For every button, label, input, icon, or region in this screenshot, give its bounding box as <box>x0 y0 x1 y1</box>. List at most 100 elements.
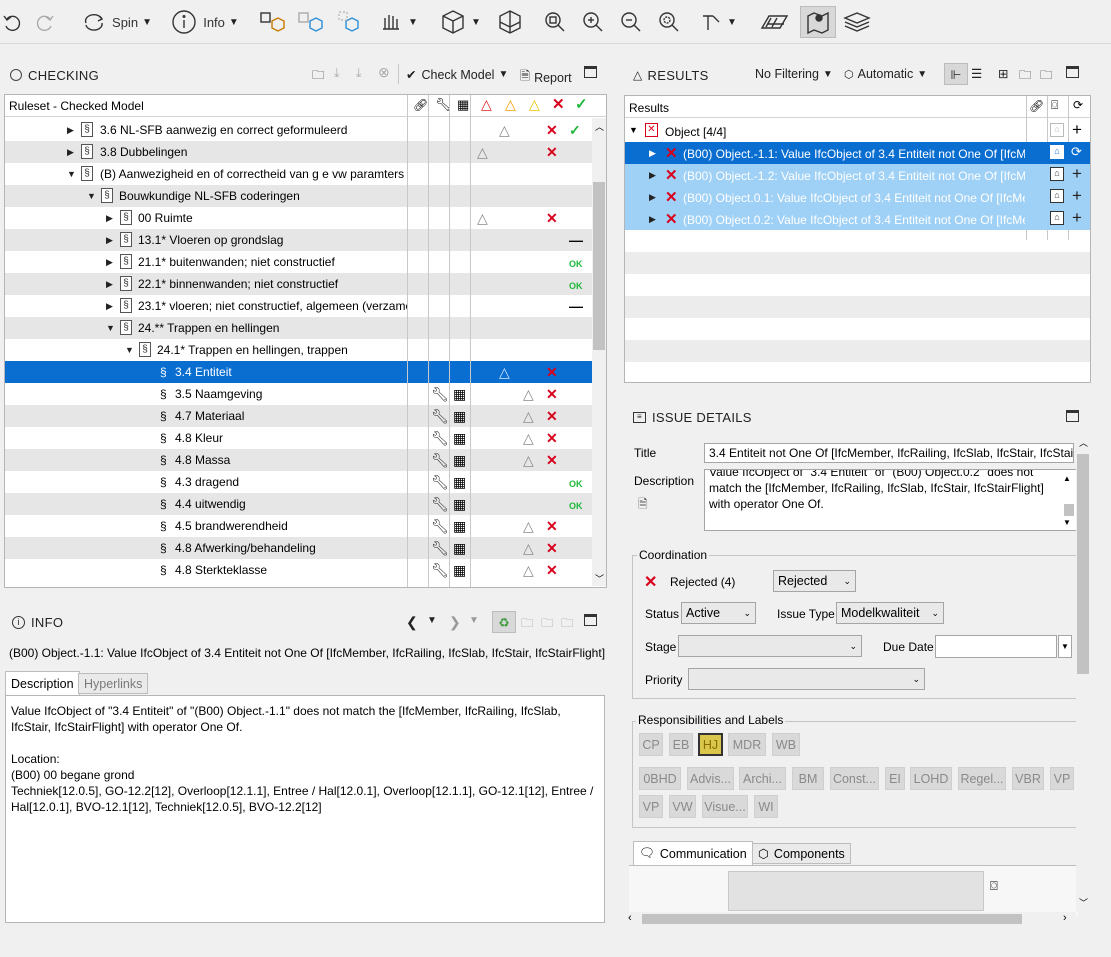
scroll-up-icon[interactable]: ︿ <box>1079 436 1088 449</box>
label-chip[interactable]: LOHD <box>910 767 952 790</box>
expand-icon[interactable]: ▶ <box>649 192 656 203</box>
label-chip[interactable]: WB <box>772 733 800 756</box>
tab-description[interactable]: Description <box>5 671 80 695</box>
camera-icon[interactable]: ⌂ <box>1050 145 1064 159</box>
result-row[interactable]: ▶ ✕ (B00) Object.-1.2: Value IfcObject o… <box>625 164 1090 186</box>
label-chip[interactable]: VBR <box>1012 767 1044 790</box>
tree-row[interactable]: § 4.7 Materiaal 🔧︎ ▦ △ ✕ <box>5 405 594 427</box>
open-folder-icon[interactable]: 🗀 <box>312 66 325 87</box>
label-chip[interactable]: VP <box>1050 767 1074 790</box>
layers-icon[interactable] <box>840 6 874 38</box>
chevron-down-icon[interactable]: ▼ <box>469 615 479 626</box>
stop-icon[interactable]: ⊗ <box>378 64 390 81</box>
tree-row[interactable]: ▶ § 22.1* binnenwanden; niet constructief O… <box>5 273 594 295</box>
scroll-left-icon[interactable]: ‹ <box>628 912 632 924</box>
result-row[interactable]: ▶ ✕ (B00) Object.0.1: Value IfcObject of… <box>625 186 1090 208</box>
low-warning-icon[interactable]: △ <box>529 96 540 113</box>
scroll-down-icon[interactable]: ﹀ <box>595 572 604 585</box>
map-pin-icon[interactable] <box>800 6 836 38</box>
scroll-thumb[interactable] <box>1064 504 1074 516</box>
tree-row[interactable]: ▶ § 3.6 NL-SFB aanwezig en correct geformu… <box>5 119 594 141</box>
label-chip[interactable]: 0BHD <box>639 767 681 790</box>
zoom-in-icon[interactable] <box>578 6 608 38</box>
scroll-thumb[interactable] <box>593 182 605 350</box>
tree-row[interactable]: ▶ § 00 Ruimte △ ✕ <box>5 207 594 229</box>
section-box-icon[interactable] <box>494 6 526 38</box>
scroll-down-icon[interactable]: ﹀ <box>1079 896 1088 909</box>
download-icon[interactable]: ⤓ <box>334 66 340 81</box>
hand-pick-button[interactable]: ▼ <box>372 6 424 38</box>
priority-dropdown[interactable]: ⌄ <box>688 668 925 690</box>
expand-icon[interactable]: ▶ <box>106 213 113 224</box>
tab-hyperlinks[interactable]: Hyperlinks <box>78 673 149 694</box>
camera-icon[interactable]: ⌂ <box>1050 211 1064 225</box>
label-chip[interactable]: MDR <box>728 733 766 756</box>
bcf-icon[interactable]: 🗀 <box>561 614 574 635</box>
bcf-icon[interactable]: 🗀 <box>1019 66 1032 87</box>
collapse-icon[interactable]: ▼ <box>125 345 134 355</box>
tree-row[interactable]: § 4.5 brandwerendheid 🔧︎ ▦ △ ✕ <box>5 515 594 537</box>
expand-icon[interactable]: ▶ <box>106 301 113 312</box>
download-all-icon[interactable]: ⤓ <box>356 66 362 81</box>
zoom-selection-icon[interactable] <box>654 6 684 38</box>
automatic-dropdown[interactable]: ⬡ Automatic ▼ <box>844 67 927 81</box>
expand-icon[interactable]: ▶ <box>67 125 74 136</box>
chevron-down-icon[interactable]: ▼ <box>427 615 437 626</box>
result-row[interactable]: ▶ ✕ (B00) Object.0.2: Value IfcObject of… <box>625 208 1090 230</box>
scroll-thumb[interactable] <box>1077 454 1089 674</box>
camera-icon[interactable]: ⌂ <box>1050 167 1064 181</box>
bcf-icon[interactable]: 🗀 <box>521 614 534 635</box>
scroll-up-icon[interactable]: ︿ <box>595 120 604 133</box>
expand-icon[interactable]: ▶ <box>106 257 113 268</box>
floor-plan-icon[interactable] <box>756 6 792 38</box>
add-icon[interactable]: + <box>1072 120 1082 140</box>
label-chip[interactable]: BM <box>792 767 824 790</box>
label-chip[interactable]: EI <box>885 767 905 790</box>
transparent-objects-icon[interactable] <box>334 6 366 38</box>
zoom-fit-icon[interactable] <box>540 6 570 38</box>
scroll-up-icon[interactable]: ▲ <box>1063 474 1071 483</box>
label-chip[interactable]: WI <box>754 795 778 818</box>
check-model-button[interactable]: ✔ Check Model ▼ <box>406 67 508 83</box>
rejected-icon[interactable]: ✕ <box>552 95 565 113</box>
maximize-panel-icon[interactable] <box>584 614 597 626</box>
bcf-icon[interactable]: 🗀 <box>1040 66 1053 87</box>
status-dropdown[interactable]: Active ⌄ <box>681 602 756 624</box>
add-icon[interactable]: + <box>1072 186 1082 206</box>
status-select[interactable]: Rejected ⌄ <box>773 570 856 592</box>
label-chip[interactable]: VW <box>669 795 696 818</box>
collapse-icon[interactable]: ▼ <box>67 169 76 179</box>
hidden-objects-icon[interactable] <box>294 6 326 38</box>
label-chip[interactable]: Regel... <box>958 767 1006 790</box>
tree-row[interactable]: § 4.3 dragend 🔧︎ ▦ OK <box>5 471 594 493</box>
add-snapshot-icon[interactable]: ⌼ <box>990 878 998 894</box>
filter-dropdown[interactable]: No Filtering ▼ <box>755 67 833 81</box>
moderate-warning-icon[interactable]: △ <box>505 96 516 113</box>
passed-icon[interactable]: ✓ <box>575 95 588 113</box>
tree-row[interactable]: § 3.5 Naamgeving 🔧︎ ▦ △ ✕ <box>5 383 594 405</box>
view-cube-button[interactable]: ▼ <box>434 6 486 38</box>
tree-scrollbar[interactable]: ︿ ﹀ <box>592 118 606 586</box>
comment-input[interactable] <box>728 871 984 911</box>
label-chip-active[interactable]: HJ <box>698 733 723 756</box>
expand-icon[interactable]: ▶ <box>649 170 656 181</box>
sync-icon[interactable]: ♻ <box>492 611 516 633</box>
issue-horizontal-scrollbar[interactable]: ‹ › <box>626 912 1076 926</box>
undo-icon[interactable] <box>0 6 24 38</box>
expand-icon[interactable]: ▶ <box>649 148 656 159</box>
tree-view-icon[interactable]: ⊩ <box>944 63 968 85</box>
add-icon[interactable]: + <box>1072 164 1082 184</box>
tree-row[interactable]: § 4.8 Afwerking/behandeling 🔧︎ ▦ △ ✕ <box>5 537 594 559</box>
critical-warning-icon[interactable]: △ <box>481 96 492 113</box>
tree-row[interactable]: ▼ § 24.1* Trappen en hellingen, trappen <box>5 339 594 361</box>
expand-icon[interactable]: ▶ <box>67 147 74 158</box>
label-chip[interactable]: Const... <box>830 767 879 790</box>
calendar-dropdown-icon[interactable]: ▼ <box>1058 635 1072 658</box>
label-chip[interactable]: Archi... <box>739 767 786 790</box>
tree-row[interactable]: ▶ § 21.1* buitenwanden; niet constructief O… <box>5 251 594 273</box>
info-button[interactable]: Info ▼ <box>166 6 244 38</box>
result-row-selected[interactable]: ▶ ✕ (B00) Object.-1.1: Value IfcObject o… <box>625 142 1090 164</box>
tree-row[interactable]: ▶ § 23.1* vloeren; niet constructief, alge… <box>5 295 594 317</box>
redo-icon[interactable] <box>30 6 60 38</box>
title-field[interactable]: 3.4 Entiteit not One Of [IfcMember, IfcR… <box>704 443 1074 463</box>
